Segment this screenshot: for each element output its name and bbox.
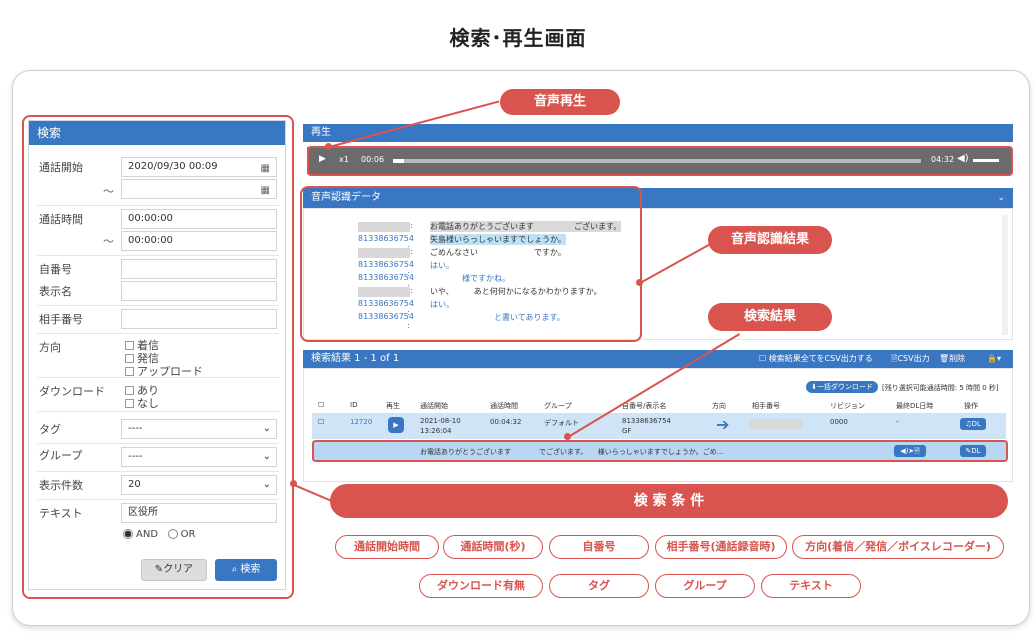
- search-panel-highlight: [22, 115, 294, 599]
- col-header: リビジョン: [830, 402, 865, 410]
- results-header: 検索結果 1 - 1 of 1 ☐ 検索結果全てをCSV出力する 🗎CSV出力 …: [303, 350, 1013, 368]
- condition-tag: 自番号: [549, 535, 649, 559]
- row-last-dl: -: [896, 418, 899, 426]
- col-header: グループ: [544, 402, 572, 410]
- arrow-right-icon: ➔: [716, 415, 730, 434]
- col-header: 通話時間: [490, 402, 518, 410]
- col-header: 最終DL日時: [896, 402, 934, 410]
- result-row-highlight: [312, 440, 1008, 462]
- row-number: 81338636754: [622, 417, 671, 425]
- asr-highlight: [300, 186, 642, 342]
- row-revision: 0000: [830, 418, 848, 426]
- search-result-callout: 検索結果: [708, 303, 832, 331]
- condition-tag: 方向(着信／発信／ボイスレコーダー): [792, 535, 1004, 559]
- condition-tag: 通話時間(秒): [443, 535, 543, 559]
- asr-callout: 音声認識結果: [708, 226, 832, 254]
- page-title: 検索･再生画面: [449, 26, 587, 50]
- condition-tag: テキスト: [761, 574, 861, 598]
- csv-export-link[interactable]: 🗎CSV出力: [891, 350, 930, 368]
- lock-icon[interactable]: 🔒▾: [987, 350, 1001, 368]
- partner-number-masked: [750, 419, 802, 429]
- select-all-checkbox[interactable]: ☐: [318, 401, 324, 409]
- row-duration: 00:04:32: [490, 418, 522, 426]
- col-header: 方向: [712, 402, 726, 410]
- chevron-down-icon[interactable]: ⌄: [997, 188, 1005, 208]
- col-header: 自番号/表示名: [622, 402, 667, 410]
- play-icon[interactable]: ▶: [388, 417, 404, 433]
- playback-callout: 音声再生: [500, 89, 620, 115]
- condition-tag: 相手番号(通話録音時): [655, 535, 787, 559]
- player-header: 再生: [303, 124, 1013, 142]
- row-id: 12720: [350, 418, 373, 426]
- asr-scrollbar[interactable]: [1002, 215, 1008, 335]
- condition-tag: 通話開始時間: [335, 535, 439, 559]
- col-header: 再生: [386, 402, 400, 410]
- col-header: 通話開始: [420, 402, 448, 410]
- condition-tag: グループ: [655, 574, 755, 598]
- bulk-download-button[interactable]: ⬇一括ダウンロード: [806, 381, 878, 393]
- csv-all-checkbox[interactable]: ☐ 検索結果全てをCSV出力する: [759, 350, 873, 368]
- table-row[interactable]: ☐ 12720 ▶ 2021-08-10 13:26:04 00:04:32 デ…: [312, 413, 1006, 439]
- delete-link[interactable]: 🗑削除: [939, 350, 965, 368]
- player-highlight: [307, 146, 1013, 176]
- col-header: 相手番号: [752, 402, 780, 410]
- row-start-time: 13:26:04: [420, 427, 452, 435]
- condition-tag: ダウンロード有無: [419, 574, 543, 598]
- results-table: ⬇一括ダウンロード [残り選択可能通話時間: 5 時間 0 秒] ☐ ID 再生…: [303, 368, 1013, 482]
- row-group: デフォルト: [544, 419, 579, 427]
- search-conditions-callout: 検 索 条 件: [330, 484, 1008, 518]
- condition-tag: タグ: [549, 574, 649, 598]
- col-header: 操作: [964, 402, 978, 410]
- row-name: GF: [622, 427, 632, 435]
- row-checkbox[interactable]: ☐: [318, 418, 324, 426]
- row-start-date: 2021-08-10: [420, 417, 461, 425]
- download-button[interactable]: ♫DL: [960, 418, 986, 430]
- remaining-time: [残り選択可能通話時間: 5 時間 0 秒]: [882, 384, 999, 392]
- col-header: ID: [350, 401, 358, 409]
